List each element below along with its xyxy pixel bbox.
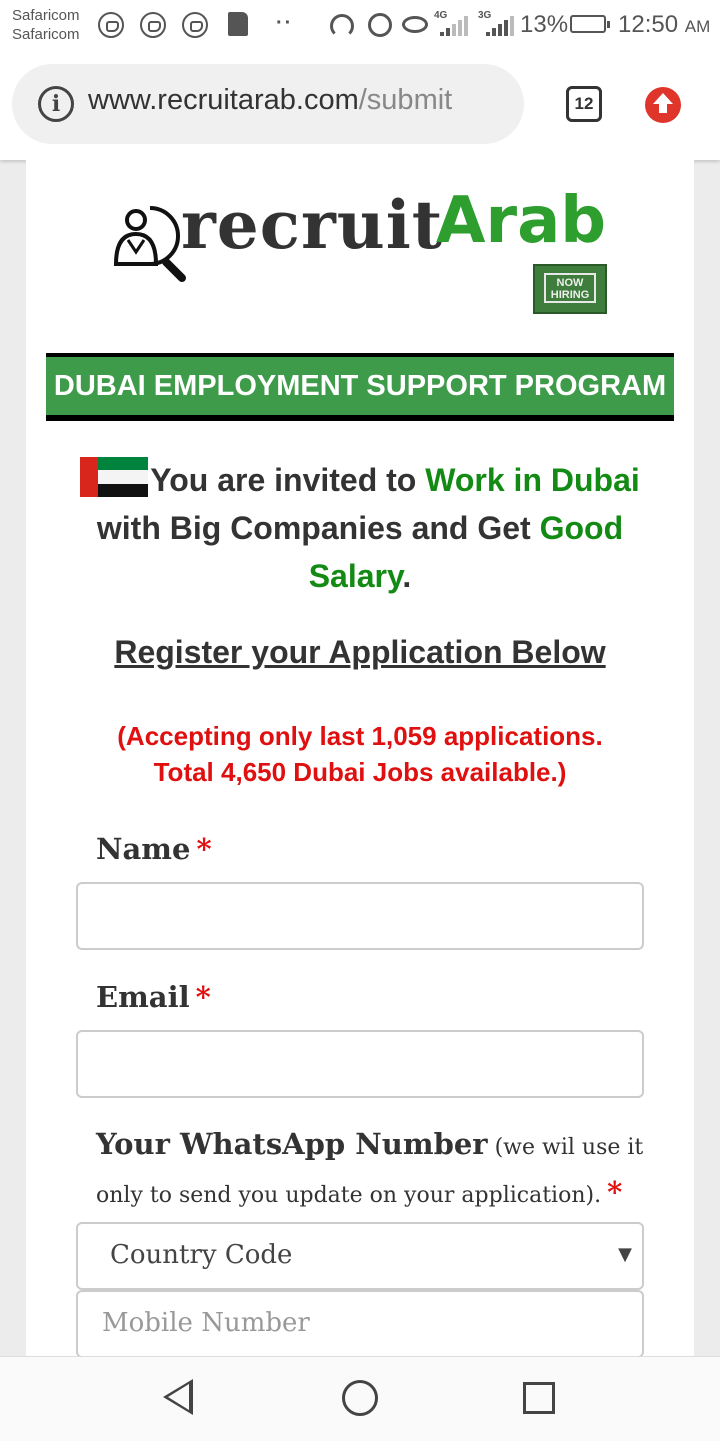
name-label: Name * <box>96 832 212 866</box>
whatsapp-label: Your WhatsApp Number (we wil use it only… <box>96 1127 644 1209</box>
signal-icon <box>486 16 516 36</box>
more-notifications-icon: ·· <box>276 12 294 34</box>
whatsapp-icon <box>182 12 208 38</box>
uae-flag-icon <box>80 457 149 497</box>
carrier-info: Safaricom Safaricom <box>12 6 80 44</box>
signal-icon <box>440 16 470 36</box>
upload-icon[interactable] <box>645 87 681 123</box>
url-text[interactable]: www.recruitarab.com/submit <box>88 84 452 117</box>
url-bar[interactable]: i www.recruitarab.com/submit <box>12 64 524 144</box>
whatsapp-icon <box>98 12 124 38</box>
name-input[interactable] <box>76 882 644 950</box>
email-input[interactable] <box>76 1030 644 1098</box>
banner-text: DUBAI EMPLOYMENT SUPPORT PROGRAM <box>46 357 674 415</box>
invite-text: You are invited to Work in Dubai with Bi… <box>46 456 674 600</box>
program-banner: DUBAI EMPLOYMENT SUPPORT PROGRAM <box>46 353 674 421</box>
battery-icon <box>570 15 610 33</box>
site-logo[interactable]: recruit Arab NOW HIRING <box>106 184 626 322</box>
register-heading: Register your Application Below <box>114 634 606 670</box>
carrier-2: Safaricom <box>12 26 80 43</box>
mobile-number-input[interactable]: Mobile Number <box>76 1290 644 1356</box>
carrier-1: Safaricom <box>12 7 80 24</box>
chevron-down-icon: ▼ <box>618 1244 632 1265</box>
logo-text-recruit: recruit <box>181 186 444 264</box>
back-icon[interactable] <box>163 1379 193 1415</box>
eye-icon <box>402 16 428 33</box>
hotspot-icon <box>330 14 354 38</box>
logo-text-arab: Arab <box>436 184 607 258</box>
email-label: Email * <box>96 980 211 1014</box>
now-hiring-badge: NOW HIRING <box>533 264 607 314</box>
sd-card-icon <box>228 12 248 36</box>
recruiter-magnifier-icon <box>113 206 186 282</box>
tab-switcher-button[interactable]: 12 <box>566 86 602 122</box>
browser-toolbar: i www.recruitarab.com/submit 12 <box>0 52 720 160</box>
country-code-select[interactable]: Country Code ▼ <box>76 1222 644 1290</box>
system-nav-bar <box>0 1356 720 1441</box>
applications-notice: (Accepting only last 1,059 applications.… <box>117 721 603 787</box>
info-icon[interactable]: i <box>38 86 74 122</box>
battery-percent: 13% <box>520 11 569 38</box>
recent-apps-icon[interactable] <box>523 1382 555 1414</box>
page-content: recruit Arab NOW HIRING DUBAI EMPLOYMENT … <box>26 160 694 1356</box>
alarm-icon <box>368 13 392 37</box>
status-bar: Safaricom Safaricom ·· 4G 3G 13% 12:50 A… <box>0 0 720 52</box>
home-icon[interactable] <box>342 1380 378 1416</box>
clock: 12:50 AM <box>618 11 711 38</box>
whatsapp-icon <box>140 12 166 38</box>
